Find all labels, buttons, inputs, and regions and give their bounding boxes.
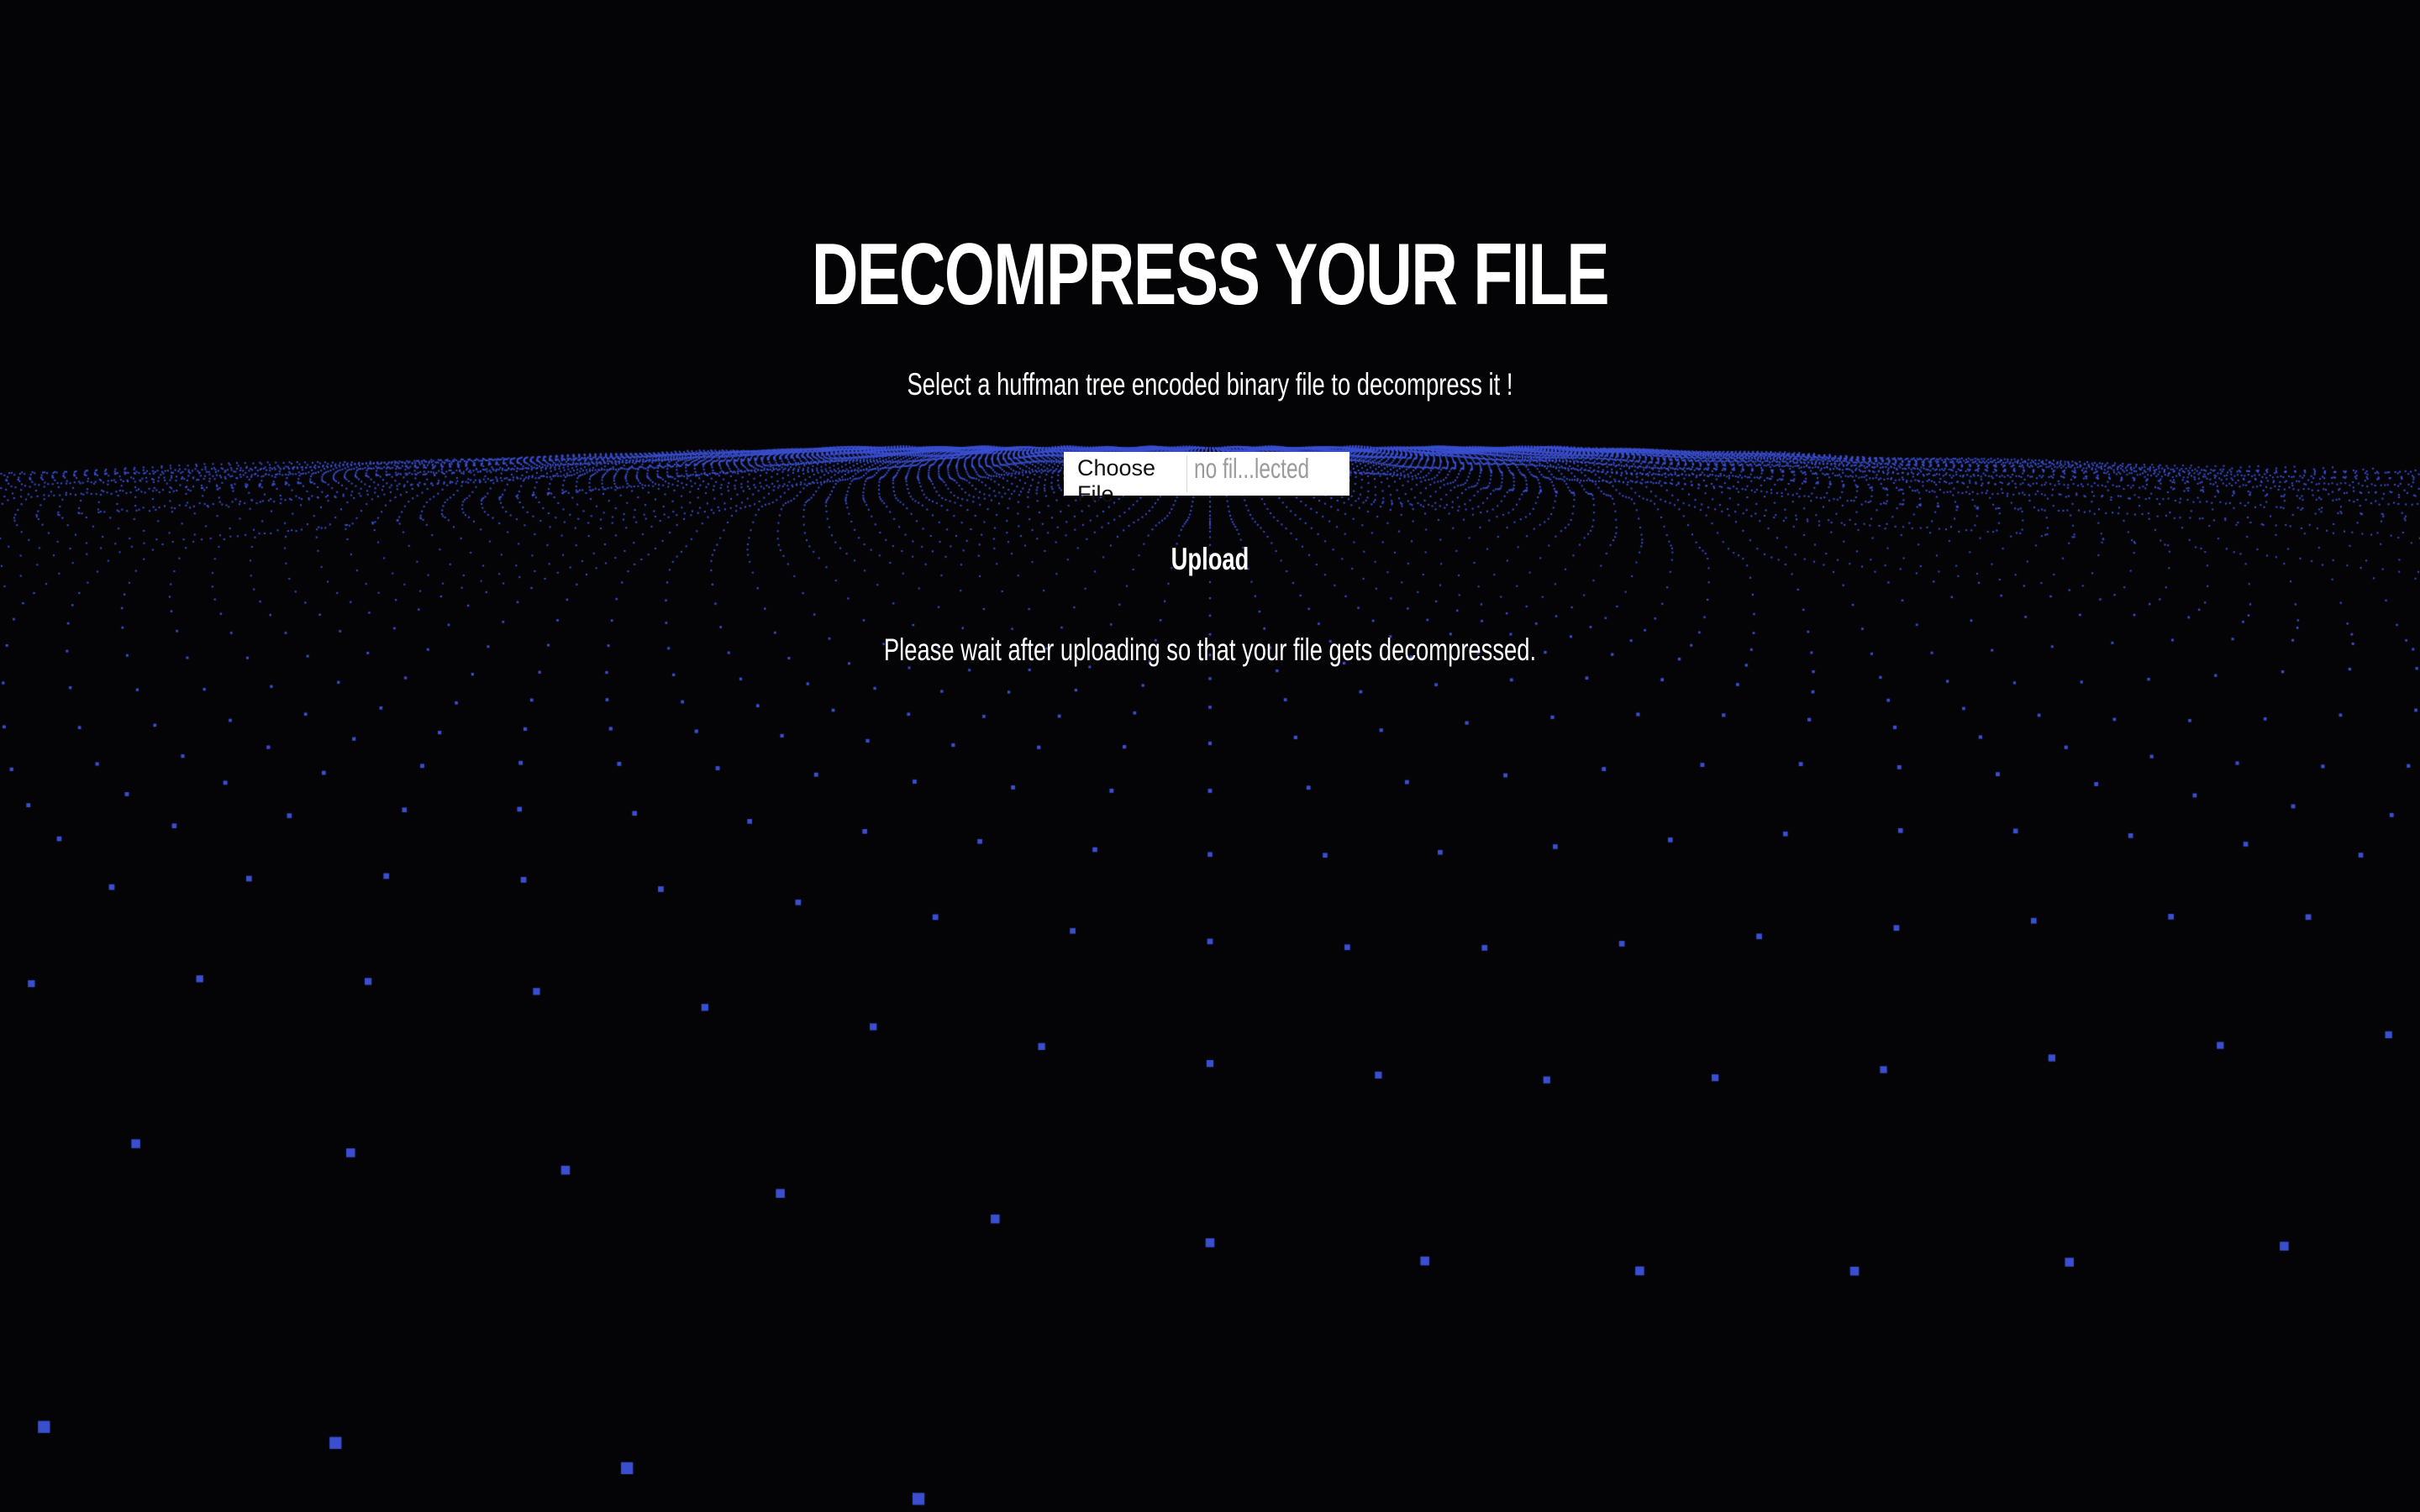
upload-button[interactable]: Upload <box>1117 536 1303 583</box>
choose-file-button[interactable]: Choose File <box>1071 455 1187 507</box>
page-background: DECOMPRESS YOUR FILE Select a huffman tr… <box>0 0 2420 1512</box>
main-content: DECOMPRESS YOUR FILE Select a huffman tr… <box>0 0 2420 1512</box>
file-input[interactable]: Choose File no fil...lected <box>1064 452 1349 507</box>
page-title: DECOMPRESS YOUR FILE <box>811 226 1610 323</box>
file-status-label: no fil...lected <box>1193 453 1309 484</box>
page-subtitle: Select a huffman tree encoded binary fil… <box>907 367 1513 402</box>
wait-message: Please wait after uploading so that your… <box>883 633 1537 667</box>
